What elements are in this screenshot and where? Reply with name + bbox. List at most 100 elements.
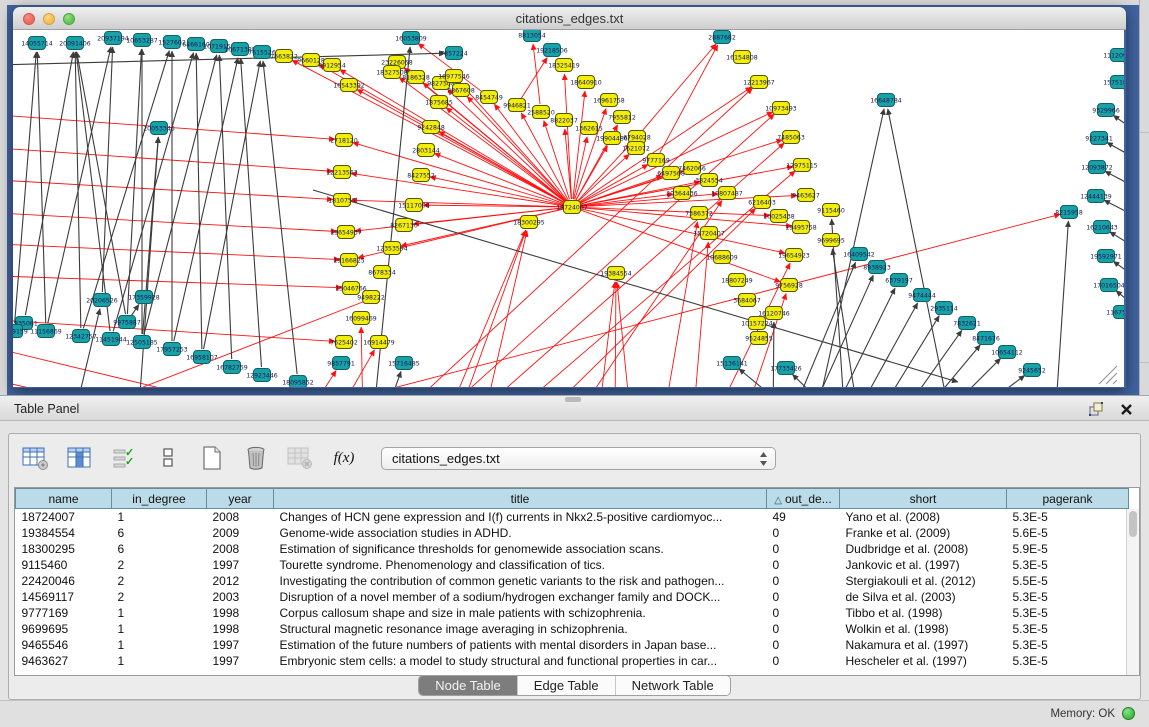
table-row[interactable]: 946362711997Embryonic stem cells: a mode…	[16, 653, 1129, 669]
network-view-canvas[interactable]: 1872400776638229660128891295423226058183…	[13, 30, 1124, 387]
graph-node-label: 12353594	[376, 245, 408, 252]
tab-edge-table[interactable]: Edge Table	[518, 676, 616, 695]
graph-node-label: 19654923	[778, 252, 810, 259]
graph-node-label: 6216403	[748, 199, 776, 206]
table-tabs: Node TableEdge TableNetwork Table	[418, 675, 731, 696]
graph-node-label: 8471676	[972, 335, 1000, 342]
side-panel-edge	[1139, 0, 1149, 395]
tab-node-table[interactable]: Node Table	[419, 676, 518, 695]
table-panel-title: Table Panel	[14, 402, 79, 416]
graph-node-label: 18325419	[548, 62, 580, 69]
table-cell: 2	[112, 589, 207, 605]
column-header-name[interactable]: name	[16, 489, 112, 509]
table-cell: 6	[112, 525, 207, 541]
graph-node-label: 12213563	[326, 169, 358, 176]
delete-table-icon[interactable]	[285, 444, 315, 472]
table-cell: 1998	[207, 605, 274, 621]
select-rows-icon[interactable]: ✓ ✓	[109, 444, 139, 472]
table-cell: Stergiakouli et al. (2012)	[840, 573, 1007, 589]
table-row[interactable]: 1456911722003Disruption of a novel membe…	[16, 589, 1129, 605]
column-header-short[interactable]: short	[840, 489, 1007, 509]
close-panel-icon[interactable]	[1117, 400, 1135, 418]
graph-node-label: 11451944	[95, 336, 127, 343]
graph-node-label: 10157224	[741, 320, 773, 327]
column-header-pagerank[interactable]: pagerank	[1007, 489, 1129, 509]
table-cell: 5.5E-5	[1007, 573, 1129, 589]
tab-network-table[interactable]: Network Table	[616, 676, 730, 695]
table-cell: Disruption of a novel member of a sodium…	[274, 589, 767, 605]
table-row[interactable]: 977716911998Corpus callosum shape and si…	[16, 605, 1129, 621]
table-row[interactable]: 969969511998Structural magnetic resonanc…	[16, 621, 1129, 637]
node-table-grid: namein_degreeyeartitle△out_de...shortpag…	[15, 488, 1129, 669]
table-options-icon[interactable]	[21, 444, 51, 472]
table-scrollbar[interactable]	[1126, 509, 1139, 675]
graph-node-label: 11156869	[30, 328, 62, 335]
table-row[interactable]: 1830029562008Estimation of significance …	[16, 541, 1129, 557]
graph-node-label: 9474444	[908, 292, 936, 299]
table-panel-body: ✓ ✓	[0, 421, 1149, 727]
graph-node-label: 18300295	[513, 219, 545, 226]
table-cell: 5.3E-5	[1007, 589, 1129, 605]
table-cell: de Silva et al. (2003)	[840, 589, 1007, 605]
function-builder-icon[interactable]: f(x)	[329, 444, 359, 472]
graph-node-label: 6379197	[885, 277, 913, 284]
graph-node-label: 20206526	[86, 297, 118, 304]
float-panel-icon[interactable]	[1087, 400, 1105, 418]
graph-node-label: 8813054	[518, 32, 546, 39]
table-selector-value: citations_edges.txt	[392, 451, 500, 466]
row-height-icon[interactable]	[153, 444, 183, 472]
table-cell: Jankovic et al. (1997)	[840, 557, 1007, 573]
memory-status-indicator[interactable]	[1122, 707, 1135, 720]
table-cell: Nakamura et al. (1997)	[840, 637, 1007, 653]
window-titlebar[interactable]: citations_edges.txt	[13, 7, 1126, 30]
graph-node-label: 7955812	[608, 114, 636, 121]
table-cell: 5.3E-5	[1007, 509, 1129, 526]
graph-node-label: 10973493	[765, 105, 797, 112]
graph-node-label: 16958107	[186, 354, 218, 361]
graph-node-label: 20091406	[59, 40, 91, 47]
table-cell: 22420046	[16, 573, 112, 589]
table-cell: 2008	[207, 541, 274, 557]
table-cell: 2	[112, 557, 207, 573]
table-cell: 1997	[207, 557, 274, 573]
graph-node-label: 7832621	[953, 320, 981, 327]
graph-node-label: 15046766	[335, 285, 367, 292]
column-visibility-icon[interactable]	[65, 444, 95, 472]
table-row[interactable]: 1938455462009Genome-wide association stu…	[16, 525, 1129, 541]
table-row[interactable]: 1872400712008Changes of HCN gene express…	[16, 509, 1129, 526]
table-selector-dropdown[interactable]: citations_edges.txt	[381, 447, 776, 470]
graph-node-label: 16782759	[216, 364, 248, 371]
graph-node-label: 2588520	[527, 109, 555, 116]
table-scrollbar-thumb[interactable]	[1129, 511, 1137, 537]
graph-node-label: 1621072	[622, 145, 650, 152]
table-cell: 5.3E-5	[1007, 621, 1129, 637]
splitter-handle[interactable]	[565, 397, 581, 402]
table-cell: 2009	[207, 525, 274, 541]
delete-rows-icon[interactable]	[241, 444, 271, 472]
table-cell: 1997	[207, 653, 274, 669]
table-row[interactable]: 911546021997Tourette syndrome. Phenomeno…	[16, 557, 1129, 573]
table-row[interactable]: 2242004622012Investigating the contribut…	[16, 573, 1129, 589]
graph-node-label: 16648784	[870, 97, 902, 104]
table-cell: Dudbridge et al. (2008)	[840, 541, 1007, 557]
column-header-title[interactable]: title	[274, 489, 767, 509]
graph-node-label: 16154808	[726, 54, 758, 61]
table-cell: 1997	[207, 637, 274, 653]
table-cell: Tourette syndrome. Phenomenology and cla…	[274, 557, 767, 573]
graph-node-label: 19654937	[330, 229, 362, 236]
new-table-icon[interactable]	[197, 444, 227, 472]
graph-node-label: 7625402	[330, 339, 358, 346]
table-cell: 1998	[207, 621, 274, 637]
graph-node-label: 9777169	[642, 157, 670, 164]
column-header-out_de[interactable]: △out_de...	[767, 489, 840, 509]
table-cell: 0	[767, 541, 840, 557]
table-cell: 9699695	[16, 621, 112, 637]
column-header-in_degree[interactable]: in_degree	[112, 489, 207, 509]
graph-node-label: 6794028	[623, 134, 651, 141]
column-header-year[interactable]: year	[207, 489, 274, 509]
graph-node-label: 11120937	[1103, 52, 1124, 59]
graph-node-label: 9756928	[775, 282, 803, 289]
table-row[interactable]: 946554611997Estimation of the future num…	[16, 637, 1129, 653]
graph-node-label: 15720407	[693, 230, 725, 237]
graph-node-label: 1875685	[425, 99, 453, 106]
